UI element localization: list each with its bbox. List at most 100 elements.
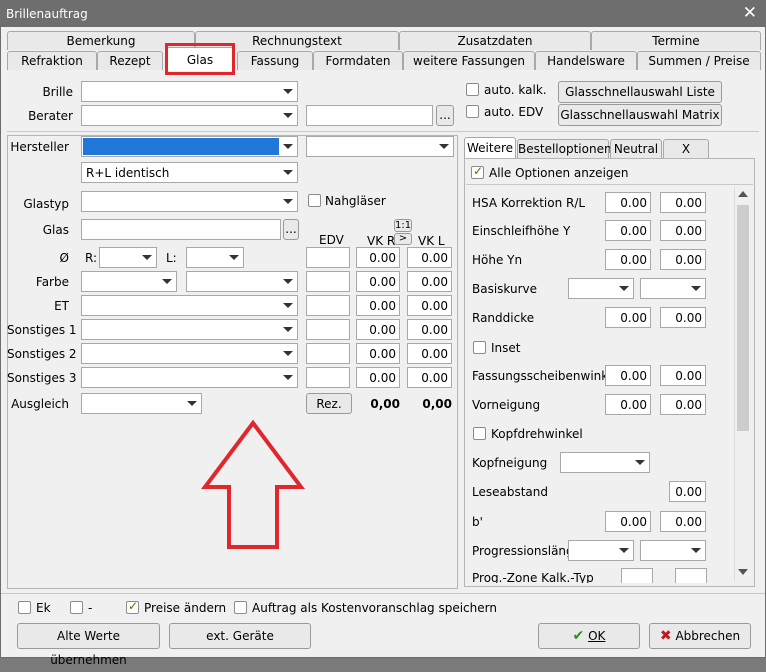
- ok-button[interactable]: ✔ OK: [538, 623, 640, 649]
- vk-r-field[interactable]: 0.00: [356, 295, 400, 316]
- einschleif-label: Einschleifhöhe Y: [472, 224, 571, 238]
- abbrechen-button[interactable]: ✖ Abbrechen: [649, 623, 751, 649]
- randdicke-r-field[interactable]: 0.00: [605, 307, 651, 328]
- b-prime-r-field[interactable]: 0.00: [605, 511, 651, 532]
- berater-ellipsis-button[interactable]: ...: [436, 105, 454, 126]
- edv-field[interactable]: [306, 271, 350, 292]
- einschleif-r-field[interactable]: 0.00: [605, 220, 651, 241]
- prog-zone-l-field[interactable]: [675, 568, 707, 583]
- edv-field[interactable]: [306, 319, 350, 340]
- basiskurve-l-select[interactable]: [640, 278, 706, 299]
- alte-werte-button[interactable]: Alte Werte übernehmen: [17, 623, 160, 667]
- basiskurve-r-select[interactable]: [568, 278, 634, 299]
- sonstiges-3-select[interactable]: [81, 367, 298, 388]
- glasschnellauswahl-liste-button[interactable]: Glasschnellauswahl Liste: [558, 81, 722, 103]
- vk-l-field[interactable]: 0.00: [407, 343, 452, 364]
- et-select[interactable]: [81, 295, 298, 316]
- tab-formdaten[interactable]: Formdaten: [313, 51, 403, 70]
- hoehe-r-field[interactable]: 0.00: [605, 249, 651, 270]
- edv-field[interactable]: [306, 343, 350, 364]
- tab-weitere-fassungen[interactable]: weitere Fassungen: [403, 51, 535, 70]
- vertical-scrollbar[interactable]: [734, 187, 751, 581]
- edv-field[interactable]: [306, 295, 350, 316]
- edv-field[interactable]: [306, 247, 350, 268]
- rez-button[interactable]: Rez.: [306, 393, 352, 414]
- scroll-down-icon[interactable]: [738, 569, 748, 575]
- auto-kalk-checkbox[interactable]: [466, 83, 479, 96]
- b-prime-l-field[interactable]: 0.00: [660, 511, 706, 532]
- vk-r-field[interactable]: 0.00: [356, 271, 400, 292]
- abbrechen-label: Abbrechen: [675, 629, 741, 643]
- vk-l-field[interactable]: 0.00: [407, 319, 452, 340]
- rl-select[interactable]: R+L identisch: [81, 162, 298, 183]
- tab-x[interactable]: X: [663, 139, 709, 158]
- tab-handelsware[interactable]: Handelsware: [535, 51, 637, 70]
- vk-r-field[interactable]: 0.00: [356, 247, 400, 268]
- ausgleich-select[interactable]: [81, 393, 202, 414]
- vk-l-field[interactable]: 0.00: [407, 271, 452, 292]
- diameter-l-select[interactable]: [186, 247, 244, 268]
- kostenvoranschlag-checkbox[interactable]: [234, 601, 247, 614]
- farbe-select[interactable]: [81, 271, 177, 292]
- vk-l-field[interactable]: 0.00: [407, 247, 452, 268]
- vk-l-field[interactable]: 0.00: [407, 295, 452, 316]
- tab-summen-preise[interactable]: Summen / Preise: [637, 51, 761, 70]
- fassungsscheibenwinkel-r-field[interactable]: 0.00: [605, 365, 651, 386]
- progressionslaenge-l-select[interactable]: [640, 540, 706, 561]
- berater-text-field[interactable]: [306, 105, 433, 126]
- glas-ellipsis-button[interactable]: ...: [283, 219, 299, 240]
- vk-r-field[interactable]: 0.00: [356, 367, 400, 388]
- copy-right-button[interactable]: >: [394, 233, 412, 245]
- glasschnellauswahl-matrix-button[interactable]: Glasschnellauswahl Matrix: [558, 104, 722, 126]
- tab-fassung[interactable]: Fassung: [237, 51, 313, 70]
- one-to-one-button[interactable]: 1:1: [394, 219, 412, 232]
- randdicke-l-field[interactable]: 0.00: [660, 307, 706, 328]
- vk-r-field[interactable]: 0.00: [356, 319, 400, 340]
- vorneigung-r-field[interactable]: 0.00: [605, 394, 651, 415]
- prog-zone-r-field[interactable]: [621, 568, 653, 583]
- hsa-l-field[interactable]: 0.00: [660, 192, 706, 213]
- dash-checkbox[interactable]: [70, 601, 83, 614]
- einschleif-l-field[interactable]: 0.00: [660, 220, 706, 241]
- ext-geraete-button[interactable]: ext. Geräte: [169, 623, 311, 649]
- berater-select[interactable]: [81, 105, 298, 126]
- preise-aendern-checkbox[interactable]: [126, 599, 139, 614]
- kopfneigung-select[interactable]: [560, 452, 650, 473]
- basiskurve-label: Basiskurve: [472, 282, 538, 296]
- tab-bestelloptionen[interactable]: Bestelloptionen: [517, 139, 612, 158]
- glas-field[interactable]: [81, 219, 281, 240]
- alle-optionen-checkbox[interactable]: [471, 164, 484, 179]
- tab-neutral[interactable]: Neutral: [610, 139, 662, 158]
- vk-l-field[interactable]: 0.00: [407, 367, 452, 388]
- diameter-r-select[interactable]: [99, 247, 157, 268]
- tab-termine[interactable]: Termine: [591, 31, 761, 50]
- scroll-up-icon[interactable]: [738, 191, 748, 197]
- progressionslaenge-r-select[interactable]: [568, 540, 634, 561]
- kopfdrehwinkel-checkbox[interactable]: [473, 427, 486, 440]
- scroll-thumb[interactable]: [737, 205, 749, 431]
- nahglaeser-checkbox[interactable]: [308, 194, 321, 207]
- brille-select[interactable]: [81, 81, 298, 102]
- vorneigung-l-field[interactable]: 0.00: [660, 394, 706, 415]
- ek-checkbox[interactable]: [18, 601, 31, 614]
- hsa-r-field[interactable]: 0.00: [605, 192, 651, 213]
- tab-zusatzdaten[interactable]: Zusatzdaten: [399, 31, 591, 50]
- sonstiges-1-select[interactable]: [81, 319, 298, 340]
- auto-edv-checkbox[interactable]: [466, 105, 479, 118]
- edv-field[interactable]: [306, 367, 350, 388]
- fassungsscheibenwinkel-l-field[interactable]: 0.00: [660, 365, 706, 386]
- vk-r-field[interactable]: 0.00: [356, 343, 400, 364]
- tab-refraktion[interactable]: Refraktion: [7, 51, 97, 70]
- tab-weitere[interactable]: Weitere: [464, 137, 516, 158]
- leseabstand-field[interactable]: 0.00: [669, 481, 706, 502]
- glastyp-select[interactable]: [81, 191, 298, 212]
- farbe-secondary-select[interactable]: [186, 271, 298, 292]
- sonstiges-2-label: Sonstiges 2: [7, 347, 77, 361]
- hoehe-l-field[interactable]: 0.00: [660, 249, 706, 270]
- tab-rezept[interactable]: Rezept: [97, 51, 163, 70]
- hersteller-secondary-select[interactable]: [306, 136, 454, 157]
- inset-checkbox[interactable]: [473, 341, 486, 354]
- sonstiges-2-select[interactable]: [81, 343, 298, 364]
- hersteller-select[interactable]: [81, 136, 298, 157]
- close-icon[interactable]: ✕: [743, 3, 757, 23]
